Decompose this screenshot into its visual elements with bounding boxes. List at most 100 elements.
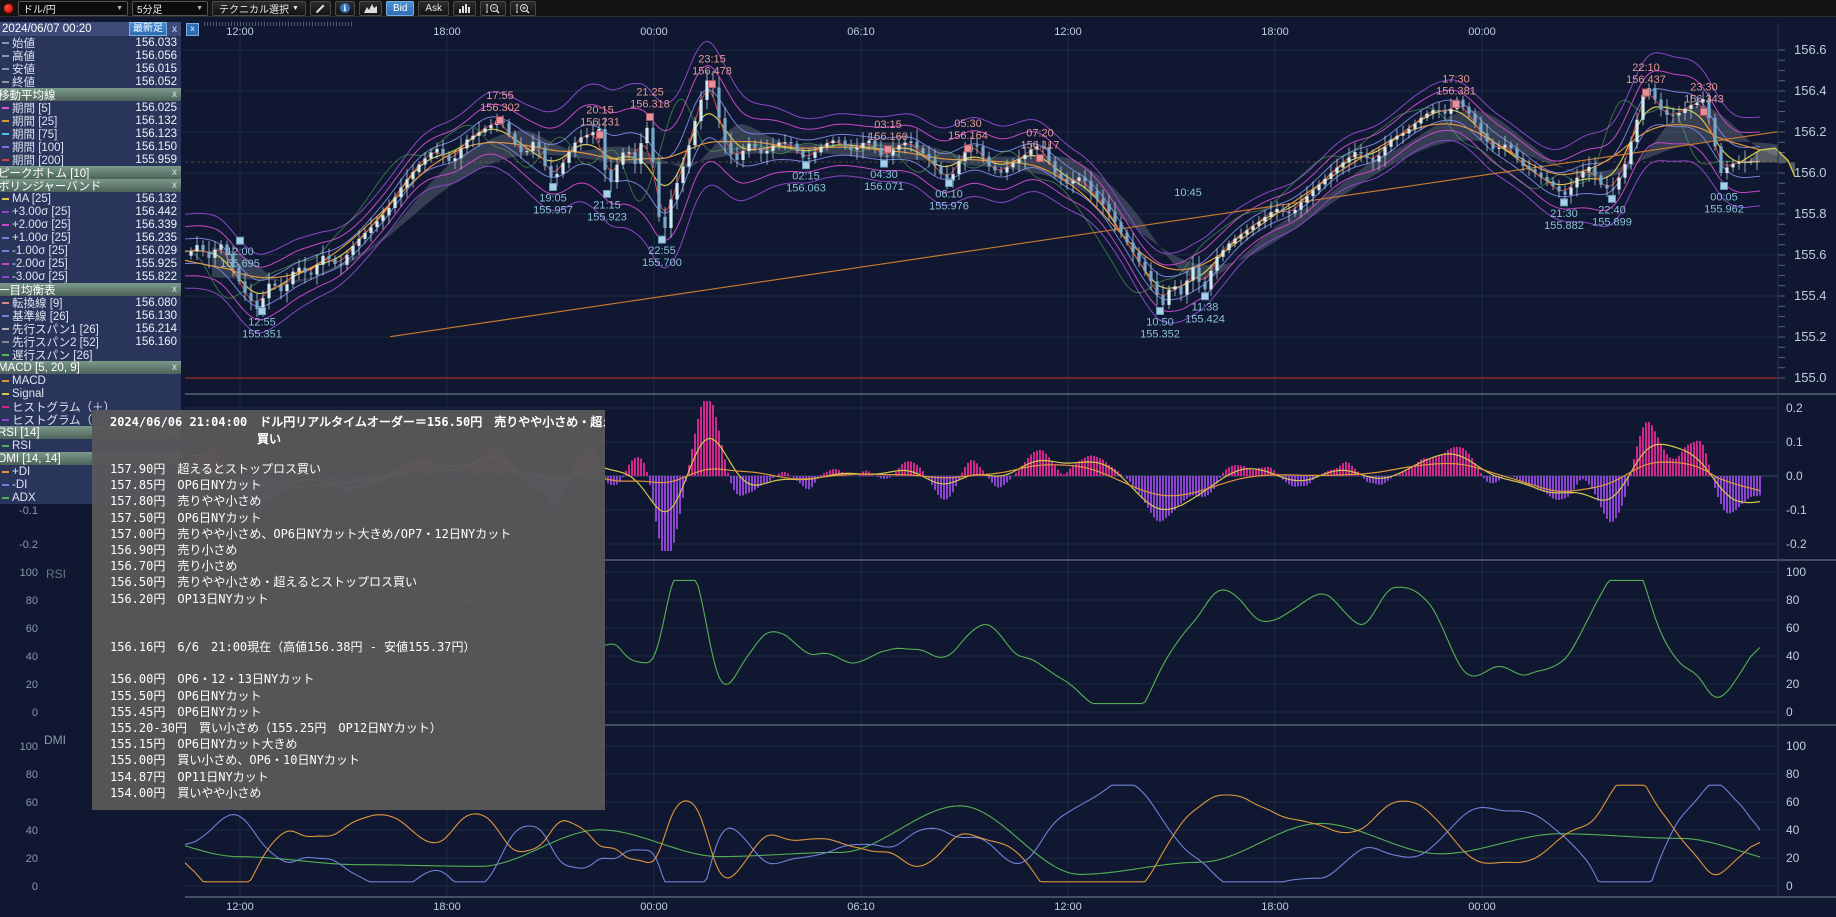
svg-text:155.695: 155.695: [220, 258, 260, 270]
svg-text:156.117: 156.117: [1021, 140, 1060, 152]
toolbar: ドル/円 ▼ 5分足 ▼ テクニカル選択 ▼ i Bid Ask: [0, 0, 1836, 17]
order-level-row: 156.20円 OP13日NYカット: [92, 591, 605, 607]
series-color-tick: [2, 419, 9, 421]
bid-toggle[interactable]: Bid: [386, 1, 414, 16]
svg-text:20: 20: [26, 853, 38, 865]
svg-text:156.160: 156.160: [868, 131, 908, 143]
svg-text:100: 100: [20, 567, 38, 579]
chart-style-button[interactable]: [359, 1, 382, 16]
order-level-row: 156.16円 6/6 21:00現在（高値156.38円 - 安値155.37…: [92, 639, 605, 655]
svg-text:156.318: 156.318: [630, 98, 670, 110]
volume-histogram-button[interactable]: [453, 1, 476, 16]
close-icon[interactable]: x: [170, 362, 179, 373]
series-color-tick: [2, 159, 9, 161]
close-icon[interactable]: x: [170, 89, 179, 100]
pair-select[interactable]: ドル/円 ▼: [18, 1, 128, 16]
series-color-tick: [2, 380, 9, 382]
svg-text:156.437: 156.437: [1626, 74, 1666, 86]
svg-text:-0.2: -0.2: [1786, 537, 1807, 551]
series-color-tick: [2, 55, 9, 57]
order-level-row: 154.00円 買いやや小さめ: [92, 785, 605, 801]
svg-text:RSI: RSI: [46, 567, 66, 581]
svg-text:155.962: 155.962: [1704, 203, 1744, 215]
svg-text:12:00: 12:00: [226, 26, 254, 38]
svg-text:22:40: 22:40: [1598, 204, 1626, 216]
svg-text:10:50: 10:50: [1146, 317, 1174, 329]
order-level-row: 155.00円 買い小さめ、OP6・10日NYカット: [92, 752, 605, 768]
svg-text:20: 20: [26, 679, 38, 691]
svg-text:155.351: 155.351: [242, 329, 282, 341]
info-button[interactable]: i: [335, 1, 355, 16]
svg-text:20:15: 20:15: [586, 104, 614, 116]
svg-text:12:00: 12:00: [1054, 901, 1082, 913]
svg-text:0: 0: [32, 707, 38, 719]
zoom-out-button[interactable]: [480, 1, 506, 16]
svg-text:156.164: 156.164: [948, 130, 988, 142]
indicator-row: -1.00σ [25]156.029: [0, 244, 181, 257]
svg-text:0: 0: [32, 881, 38, 893]
svg-text:156.381: 156.381: [1436, 86, 1476, 98]
zoom-out-icon: [485, 3, 501, 14]
svg-text:06:10: 06:10: [847, 901, 875, 913]
info-icon: i: [340, 3, 350, 13]
close-icon[interactable]: x: [170, 167, 179, 178]
svg-text:40: 40: [26, 651, 38, 663]
svg-text:00:00: 00:00: [1468, 26, 1496, 38]
series-color-tick: [2, 471, 9, 473]
indicator-row: -3.00σ [25]155.822: [0, 270, 181, 283]
svg-text:155.6: 155.6: [1794, 247, 1827, 262]
bar-datetime: 2024/06/07 00:20: [2, 23, 129, 35]
series-color-tick: [2, 133, 9, 135]
svg-text:156.231: 156.231: [580, 116, 620, 128]
svg-text:40: 40: [26, 825, 38, 837]
svg-text:155.2: 155.2: [1794, 329, 1827, 344]
close-icon[interactable]: x: [170, 24, 179, 35]
svg-text:155.424: 155.424: [1185, 314, 1225, 326]
svg-text:06:10: 06:10: [847, 26, 875, 38]
svg-text:0.2: 0.2: [1786, 401, 1803, 415]
order-level-row: 155.15円 OP6日NYカット大きめ: [92, 736, 605, 752]
series-color-tick: [2, 146, 9, 148]
drag-handle[interactable]: [204, 22, 354, 26]
series-color-tick: [2, 42, 9, 44]
svg-text:20: 20: [1786, 677, 1800, 691]
order-level-row: 156.00円 OP6・12・13日NYカット: [92, 671, 605, 687]
svg-text:-0.1: -0.1: [19, 505, 38, 517]
close-icon[interactable]: x: [170, 180, 179, 191]
svg-text:40: 40: [1786, 823, 1800, 837]
svg-text:155.899: 155.899: [1592, 216, 1632, 228]
series-color-tick: [2, 445, 9, 447]
svg-text:0: 0: [1786, 705, 1793, 719]
close-icon[interactable]: x: [186, 23, 199, 36]
order-level-row: 157.85円 OP6日NYカット: [92, 477, 605, 493]
svg-text:100: 100: [1786, 739, 1806, 753]
technical-select-label: テクニカル選択: [219, 1, 289, 16]
svg-text:80: 80: [26, 595, 38, 607]
svg-text:00:00: 00:00: [640, 901, 668, 913]
svg-text:12:00: 12:00: [226, 246, 254, 258]
svg-text:0: 0: [1786, 879, 1793, 893]
area-chart-icon: [364, 3, 377, 13]
svg-text:DMI: DMI: [44, 733, 66, 747]
indicator-row: MACD: [0, 374, 181, 387]
tooltip-title: 2024/06/06 21:04:00 ドル円リアルタイムオーダー＝156.50…: [92, 410, 605, 430]
svg-text:60: 60: [1786, 795, 1800, 809]
indicator-row: +3.00σ [25]156.442: [0, 205, 181, 218]
pencil-icon: [315, 3, 326, 14]
order-level-row: 156.70円 売り小さめ: [92, 558, 605, 574]
series-color-tick: [2, 497, 9, 499]
close-icon[interactable]: x: [170, 284, 179, 295]
timeframe-select[interactable]: 5分足 ▼: [132, 1, 208, 16]
svg-text:03:15: 03:15: [874, 119, 902, 131]
svg-text:0.1: 0.1: [1786, 435, 1803, 449]
draw-pencil-button[interactable]: [310, 1, 331, 16]
svg-text:18:00: 18:00: [1261, 26, 1289, 38]
histogram-icon: [458, 3, 471, 13]
svg-text:80: 80: [26, 769, 38, 781]
svg-text:155.882: 155.882: [1544, 220, 1584, 232]
svg-text:00:05: 00:05: [1710, 191, 1738, 203]
ask-toggle[interactable]: Ask: [418, 1, 449, 16]
zoom-in-button[interactable]: [510, 1, 536, 16]
series-color-tick: [2, 120, 9, 122]
technical-select-button[interactable]: テクニカル選択 ▼: [212, 1, 306, 16]
